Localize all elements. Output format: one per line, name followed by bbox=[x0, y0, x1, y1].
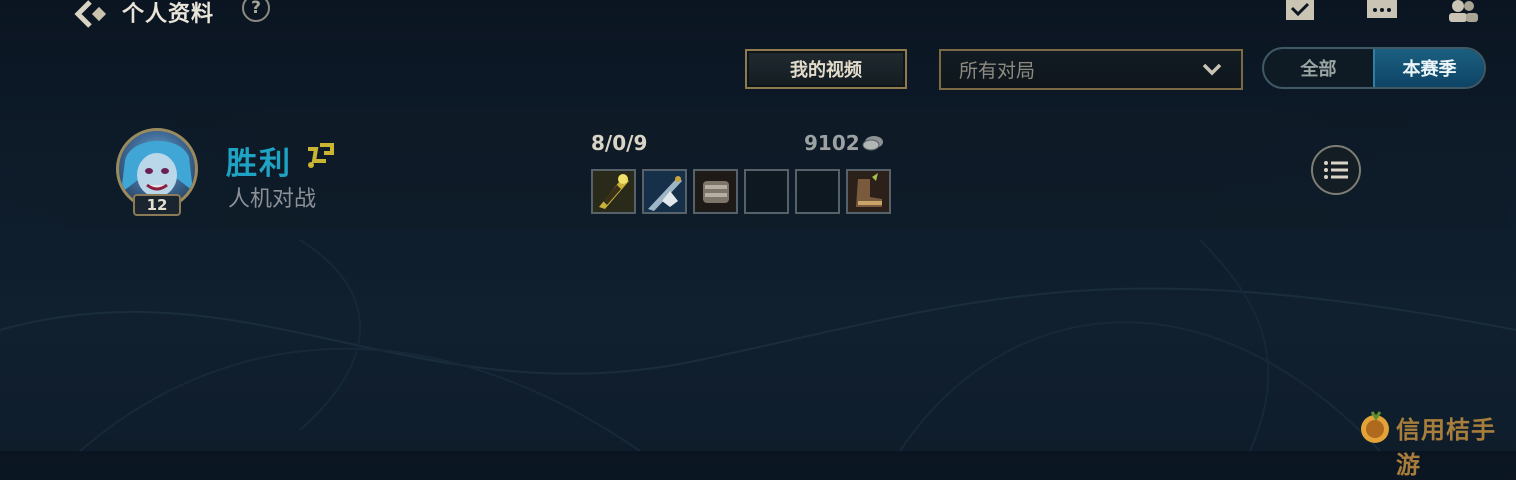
champion-level-badge: 12 bbox=[133, 194, 181, 216]
empty-item-slot[interactable] bbox=[744, 169, 789, 214]
champion-avatar: 12 bbox=[116, 128, 198, 216]
watermark-logo-icon bbox=[1361, 411, 1389, 443]
back-chevron-icon[interactable] bbox=[72, 0, 112, 28]
bot-match-icon bbox=[308, 143, 334, 168]
gold-amount: 9102 bbox=[804, 131, 860, 155]
friends-icon[interactable] bbox=[1446, 0, 1480, 22]
game-mode: 人机对战 bbox=[228, 187, 317, 212]
boots-item-icon[interactable] bbox=[846, 169, 891, 214]
season-toggle[interactable]: 全部 本赛季 bbox=[1262, 47, 1486, 89]
help-icon[interactable]: ? bbox=[242, 0, 270, 22]
kda-stat: 8/0/9 bbox=[591, 131, 648, 155]
page-title: 个人资料 bbox=[122, 2, 215, 27]
my-videos-button[interactable]: 我的视频 bbox=[745, 49, 907, 89]
sword-item-icon[interactable] bbox=[591, 169, 636, 214]
empty-item-slot[interactable] bbox=[795, 169, 840, 214]
gold-coins-icon bbox=[862, 136, 883, 151]
match-type-dropdown[interactable]: 所有对局 bbox=[939, 49, 1243, 90]
checklist-icon[interactable] bbox=[1284, 0, 1318, 22]
list-icon bbox=[1324, 161, 1348, 179]
item-build bbox=[591, 169, 891, 214]
dagger-item-icon[interactable] bbox=[642, 169, 687, 214]
chevron-down-icon bbox=[1202, 63, 1222, 76]
watermark-text: 信用桔手游 bbox=[1396, 416, 1496, 479]
match-details-button[interactable] bbox=[1311, 145, 1361, 195]
tab-all[interactable]: 全部 bbox=[1264, 49, 1373, 87]
match-type-selected: 所有对局 bbox=[959, 60, 1036, 82]
tab-current-season[interactable]: 本赛季 bbox=[1373, 49, 1484, 87]
match-result: 胜利 bbox=[226, 146, 292, 182]
gauntlet-item-icon[interactable] bbox=[693, 169, 738, 214]
chat-icon[interactable] bbox=[1365, 0, 1399, 22]
